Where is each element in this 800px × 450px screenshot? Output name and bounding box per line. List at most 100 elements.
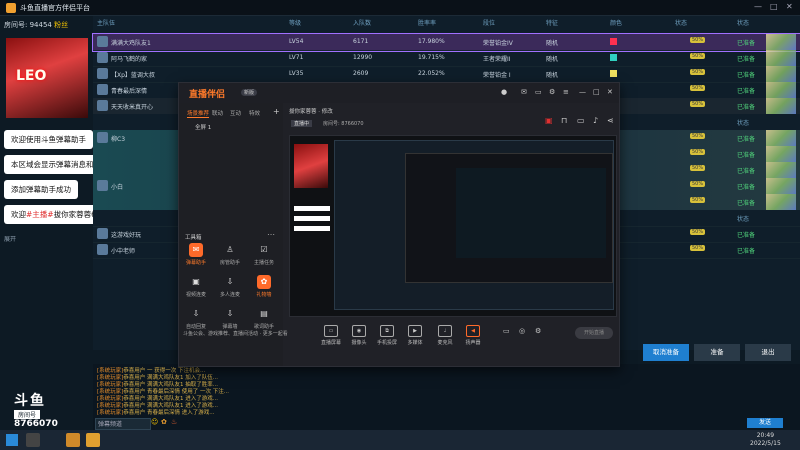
clock-date: 2022/5/15 — [750, 440, 781, 447]
add-scene-icon[interactable]: + — [273, 107, 280, 116]
table-row[interactable]: 满满大鸡队友1 LV54 6171 17.980% 荣誉铂金IV 随机 50% 已准备 — [92, 33, 800, 52]
more-icon[interactable]: ⋯ — [267, 230, 275, 239]
status-text: 已准备 — [737, 248, 756, 255]
mail-icon[interactable]: ▭ — [535, 88, 542, 96]
leave-button[interactable]: 退出 — [745, 344, 791, 361]
tab-scene[interactable]: 场景推荐 — [187, 109, 210, 118]
lock-icon[interactable]: ⊓ — [561, 116, 567, 125]
user-avatar — [97, 68, 108, 79]
table-row[interactable]: 【Xp】蓝调大叔 LV35 2609 22.052% 荣誉铂金 I 随机 50% 已准备 — [93, 66, 800, 83]
windows-start-icon[interactable] — [6, 434, 18, 446]
play-icon: ▶ — [408, 325, 422, 337]
chat-message: 欢迎使用斗鱼弹幕助手 — [4, 130, 93, 149]
status-text: 已准备 — [737, 88, 756, 95]
gear-icon[interactable]: ⚙ — [535, 327, 541, 335]
status-text: 已准备 — [737, 152, 756, 159]
close-button[interactable]: ✕ — [786, 2, 793, 11]
tab-interact[interactable]: 互动 — [230, 109, 241, 117]
scene-item[interactable]: 全屏 1 — [195, 123, 211, 131]
screen-icon[interactable]: ▭ — [577, 116, 585, 125]
source-label: 麦克风 — [437, 340, 453, 346]
col-header: 入队数 — [353, 20, 372, 27]
source-screen[interactable]: ▭ 直播屏幕 — [319, 325, 343, 346]
source-camera[interactable]: ◉ 摄像头 — [347, 325, 371, 346]
app-logo-icon — [6, 3, 16, 13]
start-live-button[interactable]: 开始直播 — [575, 327, 613, 339]
tool-video-link[interactable]: ▣ 视频连麦 — [181, 275, 211, 298]
preview-message — [294, 226, 330, 231]
system-clock: 20:49 2022/5/15 — [750, 432, 781, 448]
close-icon[interactable]: ✕ — [607, 88, 613, 96]
cell-name: 【Xp】蓝调大叔 — [111, 72, 155, 79]
cell-level: LV35 — [289, 70, 304, 77]
app-title: 斗鱼直播官方伴侣平台 — [20, 4, 90, 12]
tool-streamer-task[interactable]: ☑ 主播任务 — [249, 243, 279, 266]
send-button[interactable]: 发送 — [747, 418, 783, 428]
fire-icon[interactable]: ♨ — [171, 418, 177, 426]
channel-select[interactable]: 弹幕频道 — [95, 418, 151, 430]
streamer-name: 拔你家蓉蓉 · 修改 — [289, 109, 333, 115]
tool-gift-wall[interactable]: ✿ 礼物墙 — [249, 275, 279, 298]
tab-link[interactable]: 联动 — [212, 109, 223, 117]
minimize-button[interactable]: — — [754, 2, 762, 11]
video-icon: ▣ — [192, 277, 200, 286]
win-badge: 50% — [690, 197, 706, 203]
status-text: 已准备 — [737, 232, 756, 239]
room-level-badge[interactable]: 粉丝 — [54, 21, 68, 29]
bell-icon[interactable]: ♪ — [593, 116, 598, 125]
version-badge[interactable]: 新版 — [241, 89, 258, 96]
tool-danmu-assistant[interactable]: ✉ 弹幕助手 — [181, 243, 211, 266]
phone-cast-icon: ⧉ — [380, 325, 394, 337]
source-media[interactable]: ▶ 多媒体 — [403, 325, 427, 346]
settings-icon[interactable]: ⚙ — [549, 88, 555, 96]
win-badge: 50% — [690, 149, 706, 155]
tool-lyrics[interactable]: ▤ 歌词助手 — [249, 307, 279, 330]
tool-auto-reply[interactable]: ⇩ 自动回复 — [181, 307, 211, 330]
side-expand[interactable]: 展开 — [4, 234, 16, 243]
minimize-icon[interactable]: — — [579, 88, 586, 96]
camera-icon: ◉ — [352, 325, 366, 337]
gift-wall-icon: ✿ — [257, 275, 271, 289]
team-color-swatch — [610, 70, 617, 77]
share-icon[interactable]: ⋖ — [607, 116, 614, 125]
tool-label: 主播任务 — [253, 260, 274, 266]
tab-effects[interactable]: 特效 — [249, 109, 260, 117]
gift-box-icon[interactable]: ▣ — [545, 116, 553, 125]
tool-label: 自动回复 — [185, 324, 206, 330]
companion-app-icon[interactable] — [86, 433, 100, 447]
table-row[interactable]: 阿马飞鹤的家 LV71 12990 19.715% 王者荣耀II 随机 50% 已准备 — [93, 50, 800, 67]
user-avatar — [97, 52, 108, 63]
douyu-app-icon[interactable] — [66, 433, 80, 447]
status-text: 已准备 — [737, 72, 756, 79]
search-app-icon[interactable] — [26, 433, 40, 447]
record-icon[interactable]: ▭ — [503, 327, 510, 335]
speaker-control[interactable]: ◀ 扬声器 — [461, 325, 485, 346]
col-header: 胜率率 — [418, 20, 437, 27]
cell-rate: 22.052% — [418, 70, 445, 77]
source-phone[interactable]: ⧉ 手机投屏 — [375, 325, 399, 346]
tool-room-manager[interactable]: ♙ 房管助手 — [215, 243, 245, 266]
tool-label: 礼物墙 — [256, 292, 272, 298]
menu-icon[interactable]: ≡ — [563, 88, 569, 96]
gift-icon[interactable]: ✿ — [161, 418, 167, 426]
cell-name: 青春最后深情 — [111, 88, 148, 95]
col-header: 段位 — [483, 20, 496, 27]
win-badge: 50% — [690, 133, 706, 139]
avatar-icon[interactable]: ● — [501, 88, 507, 96]
tool-multi-link[interactable]: ⇩ 多人连麦 — [215, 275, 245, 298]
cancel-ready-button[interactable]: 取消准备 — [643, 344, 689, 361]
welcome-highlight: #主播# — [26, 210, 54, 219]
user-avatar — [97, 180, 108, 191]
ready-button[interactable]: 准备 — [694, 344, 740, 361]
chat-message: 添加弹幕助手成功 — [4, 180, 78, 199]
tool-label: 房管助手 — [219, 260, 240, 266]
mic-control[interactable]: ♩ 麦克风 — [433, 325, 457, 346]
win-badge: 50% — [690, 53, 706, 59]
game-avatar-image — [766, 66, 796, 82]
message-icon[interactable]: ✉ — [521, 88, 527, 96]
view-icon[interactable]: ◎ — [519, 327, 525, 335]
emoji-icon[interactable]: ☺ — [151, 418, 158, 426]
maximize-icon[interactable]: □ — [593, 88, 600, 96]
tool-danmu-wall[interactable]: ⇩ 弹幕墙 — [215, 307, 245, 330]
maximize-button[interactable]: □ — [770, 2, 778, 11]
